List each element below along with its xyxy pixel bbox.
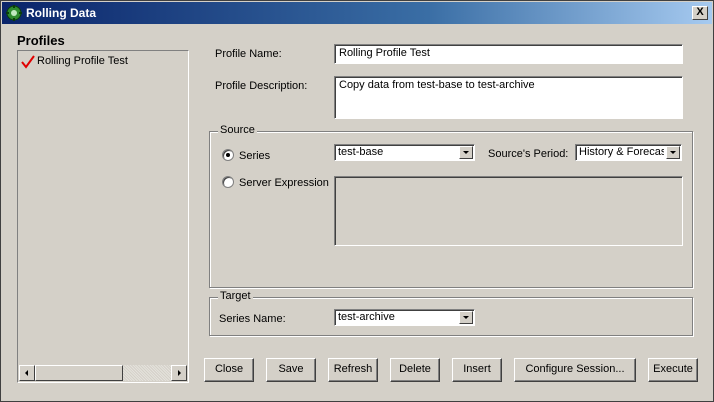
series-radio-label[interactable]: Series [239,150,270,162]
profile-name-input[interactable]: Rolling Profile Test [334,44,683,64]
source-period-select[interactable]: History & Forecast [575,144,682,161]
profiles-list[interactable]: Rolling Profile Test [17,50,189,383]
delete-button[interactable]: Delete [390,358,440,382]
refresh-button[interactable]: Refresh [328,358,378,382]
profile-description-textarea[interactable]: Copy data from test-base to test-archive [334,76,683,119]
source-series-select[interactable]: test-base [334,144,475,161]
insert-button[interactable]: Insert [452,358,502,382]
source-period-label: Source's Period: [488,148,569,160]
source-series-value: test-base [338,146,384,158]
window-title: Rolling Data [26,6,97,20]
target-series-select[interactable]: test-archive [334,309,475,326]
close-button[interactable]: Close [204,358,254,382]
target-series-name-label: Series Name: [219,313,286,325]
target-legend: Target [218,290,253,302]
server-expression-textarea[interactable] [334,176,683,246]
chevron-down-icon [463,151,469,154]
checkmark-icon [21,55,35,69]
title-bar[interactable]: Rolling Data X [2,2,712,24]
profiles-horizontal-scrollbar[interactable] [19,365,187,381]
profile-item-label: Rolling Profile Test [37,55,128,67]
chevron-down-icon [670,151,676,154]
arrow-right-icon [178,370,181,376]
close-icon: X [696,6,704,18]
source-period-value: History & Forecast [579,146,664,158]
scroll-left-button[interactable] [19,365,35,381]
execute-button[interactable]: Execute [648,358,698,382]
scroll-thumb[interactable] [35,365,123,381]
chevron-down-icon [463,316,469,319]
window-close-button[interactable]: X [692,6,708,20]
profiles-title: Profiles [17,33,65,48]
rolling-data-window: Rolling Data X Profiles Rolling Profile … [0,0,714,402]
profile-description-label: Profile Description: [215,80,308,92]
source-legend: Source [218,124,257,136]
app-gear-icon [6,5,22,21]
server-expression-radio[interactable] [222,176,234,188]
dropdown-arrow-button[interactable] [666,146,680,159]
configure-session-button[interactable]: Configure Session... [514,358,636,382]
dropdown-arrow-button[interactable] [459,146,473,159]
profile-name-label: Profile Name: [215,48,282,60]
target-series-value: test-archive [338,311,395,323]
save-button[interactable]: Save [266,358,316,382]
dropdown-arrow-button[interactable] [459,311,473,324]
radio-selected-dot [226,153,230,157]
scroll-right-button[interactable] [171,365,187,381]
server-expression-radio-label[interactable]: Server Expression [239,177,329,189]
arrow-left-icon [25,370,28,376]
series-radio[interactable] [222,149,234,161]
